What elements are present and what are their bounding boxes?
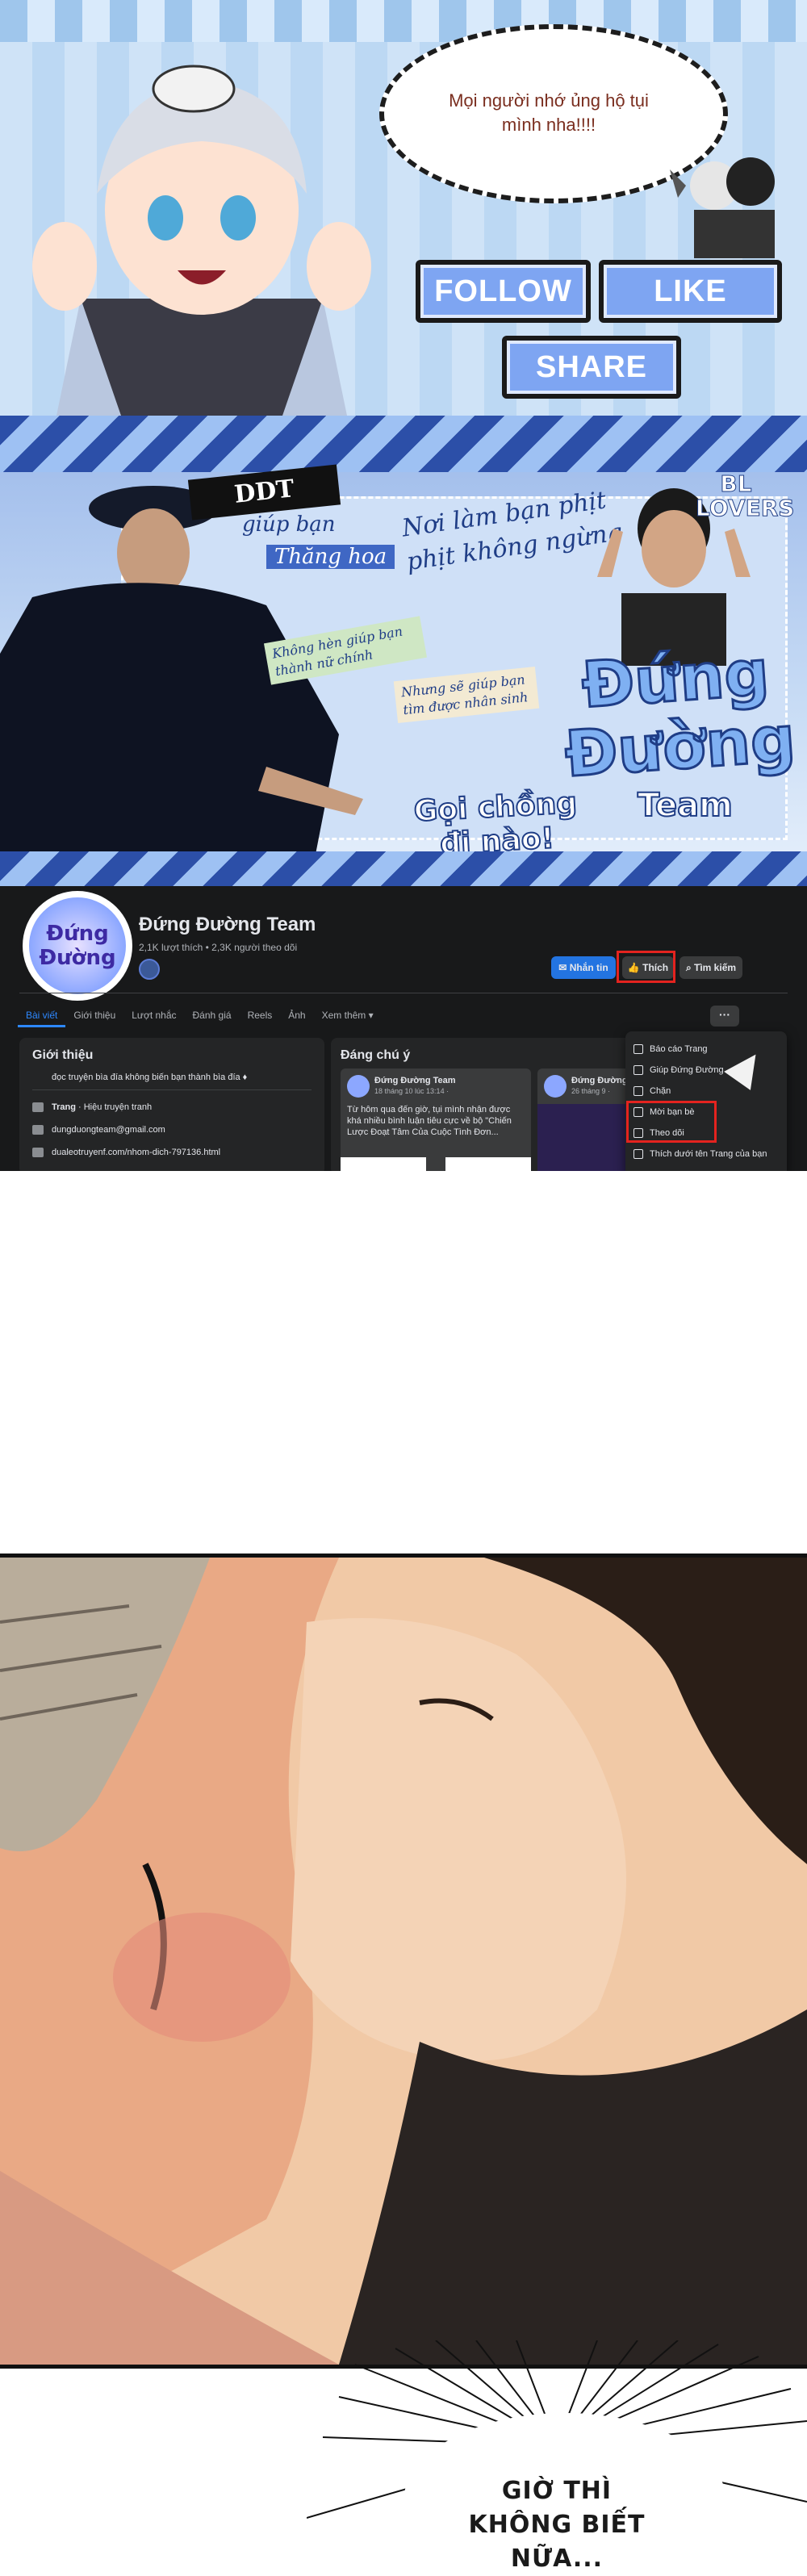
chibi-boy-illustration [32, 65, 371, 416]
intro-card: Giới thiệu đọc truyện bìa đía không biến… [19, 1038, 324, 1171]
post-author: Đứng Đường Team [374, 1076, 456, 1085]
intro-email-row[interactable]: dungduongteam@gmail.com [32, 1123, 165, 1136]
post-text: Từ hôm qua đến giờ, tụi mình nhận được k… [347, 1105, 512, 1137]
tab-reviews[interactable]: Đánh giá [185, 1003, 240, 1027]
message-button[interactable]: ✉ Nhắn tin [551, 956, 616, 979]
follower-avatar[interactable] [139, 959, 160, 980]
like-highlight-box [617, 951, 675, 983]
promo-banner: Mọi người nhớ ủng hộ tụi mình nha!!!! FO… [0, 0, 807, 416]
menu-item-like-as-page[interactable]: Thích dưới tên Trang của bạn [633, 1148, 767, 1160]
post-image [341, 1157, 531, 1171]
page-avatar-logo: Đứng Đường [29, 897, 126, 994]
comic-panel [0, 1554, 807, 2369]
featured-heading: Đáng chú ý [341, 1048, 411, 1062]
intro-link-row[interactable]: dualeotruyenf.com/nhom-dich-797136.html [32, 1146, 220, 1159]
tab-reels[interactable]: Reels [240, 1003, 281, 1027]
intro-heading: Giới thiệu [32, 1048, 94, 1062]
tab-posts[interactable]: Bài viết [18, 1003, 66, 1027]
team-logo-team: Team [637, 786, 734, 825]
like-button[interactable]: LIKE [599, 260, 782, 323]
post-date: 18 tháng 10 lúc 13:14 · [374, 1087, 449, 1095]
search-icon: ⌕ [685, 962, 695, 973]
tag-thang-hoa: Thăng hoa [266, 545, 395, 569]
menu-item-report[interactable]: Báo cáo Trang [633, 1043, 708, 1056]
bl-lovers-text: BL LOVERS [696, 470, 795, 521]
page-stats: 2,1K lượt thích • 2,3K người theo dõi [139, 942, 298, 953]
burst-text: GIỜ THÌ KHÔNG BIẾT NỮA... [468, 2477, 646, 2573]
post-date: 26 tháng 9 · [571, 1087, 611, 1095]
tab-more[interactable]: Xem thêm ▾ [314, 1003, 382, 1027]
intro-divider [32, 1089, 312, 1090]
top-stripe [0, 0, 807, 42]
man-in-coat-photo [0, 486, 363, 900]
folder-icon [32, 1102, 44, 1112]
page-name[interactable]: Đứng Đường Team [139, 914, 316, 936]
intro-bio: đọc truyện bìa đía không biến bạn thành … [52, 1073, 248, 1082]
menu-item-help[interactable]: Giúp Đứng Đường [633, 1064, 724, 1077]
thumbs-up-icon [633, 1149, 643, 1159]
chibi-couple-illustration [670, 157, 775, 258]
messenger-icon: ✉ [558, 962, 570, 973]
link-icon [32, 1148, 44, 1157]
flag-icon [633, 1044, 643, 1054]
page-avatar[interactable]: Đứng Đường [19, 888, 136, 1004]
intro-category-row: Trang · Hiệu truyện tranh [32, 1101, 152, 1114]
follow-button[interactable]: FOLLOW [416, 260, 591, 323]
page-tabs: Bài viết Giới thiệu Lượt nhắc Đánh giá R… [18, 1003, 382, 1027]
tab-mentions[interactable]: Lượt nhắc [123, 1003, 184, 1027]
mail-icon [32, 1125, 44, 1135]
facebook-page-screenshot: Đứng Đường Đứng Đường Team 2,1K lượt thí… [0, 886, 807, 1171]
menu-highlight-box [626, 1101, 717, 1143]
post-avatar [347, 1075, 370, 1098]
post-avatar [544, 1075, 567, 1098]
tag-help: giúp bạn [242, 512, 336, 537]
post-author: Đứng Đường [571, 1076, 628, 1085]
menu-item-block[interactable]: Chặn [633, 1085, 671, 1098]
cover-banner: DDT giúp bạn Thăng hoa Nơi làm bạn phịt … [0, 416, 807, 900]
kiss-scene-illustration [0, 1558, 807, 2365]
page-search-button[interactable]: ⌕ Tìm kiếm [679, 956, 742, 979]
share-button[interactable]: SHARE [502, 336, 681, 399]
team-logo-line1: Đứng Đường [562, 636, 799, 793]
featured-post[interactable]: Đứng Đường Team 18 tháng 10 lúc 13:14 · … [341, 1068, 531, 1171]
tab-about[interactable]: Giới thiệu [65, 1003, 123, 1027]
tab-photos[interactable]: Ảnh [280, 1003, 313, 1027]
more-options-button[interactable]: ··· [710, 1006, 739, 1027]
help-icon [633, 1065, 643, 1075]
diagonal-stripe-top [0, 416, 807, 472]
speech-bubble-text: Mọi người nhớ ủng hộ tụi mình nha!!!! [449, 90, 649, 135]
block-icon [633, 1086, 643, 1096]
